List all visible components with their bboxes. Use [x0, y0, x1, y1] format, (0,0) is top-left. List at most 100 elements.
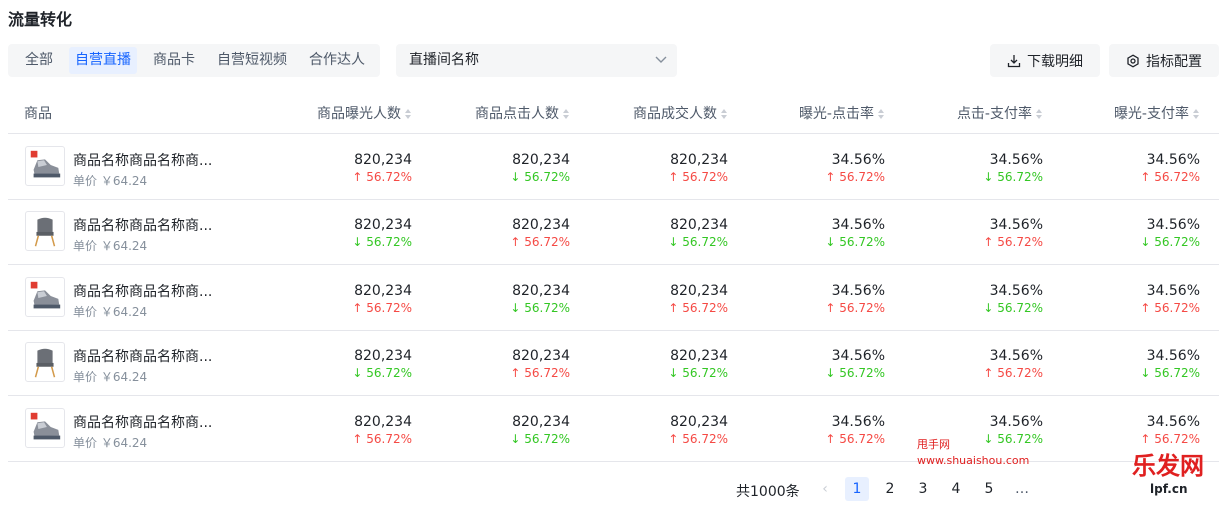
product-price: 单价 ￥64.24: [73, 435, 148, 450]
metric-cell-click-users: 820,234 ↓ 56.72%: [510, 283, 570, 317]
table-row[interactable]: 商品名称商品名称商... 单价 ￥64.24 820,234 ↑ 56.72% 820,…: [8, 266, 1219, 331]
metric-change: ↑ 56.72%: [352, 431, 412, 446]
column-header-click-users[interactable]: 商品点击人数: [475, 94, 570, 134]
metric-change: ↓ 56.72%: [510, 300, 570, 315]
table-row[interactable]: 商品名称商品名称商... 单价 ￥64.24 820,234 ↓ 56.72% 820,…: [8, 331, 1219, 397]
metric-cell-deal-users: 820,234 ↓ 56.72%: [668, 348, 728, 382]
metric-change: ↓ 56.72%: [983, 170, 1043, 184]
metric-value: 34.56%: [831, 348, 885, 365]
column-header-label: 商品成交人数: [633, 106, 717, 122]
page-button-2[interactable]: 2: [878, 477, 902, 501]
column-header-exposure-users[interactable]: 商品曝光人数: [317, 94, 412, 134]
metric-value: 34.56%: [989, 348, 1043, 365]
metric-cell-click-pay-rate: 34.56% ↑ 56.72%: [983, 217, 1043, 251]
column-header-exposure-pay-rate[interactable]: 曝光-支付率: [1114, 94, 1200, 134]
metric-value: 34.56%: [831, 282, 885, 299]
metric-change: ↓ 56.72%: [510, 431, 570, 446]
metric-value: 820,234: [512, 217, 570, 234]
metric-change: ↓ 56.72%: [1140, 366, 1200, 381]
sort-icon: [878, 109, 884, 119]
metric-cell-click-pay-rate: 34.56% ↓ 56.72%: [983, 414, 1043, 448]
tab-all[interactable]: 全部: [19, 47, 59, 74]
table-row[interactable]: 商品名称商品名称商... 单价 ￥64.24 820,234 ↑ 56.72% 820,…: [8, 397, 1219, 462]
metric-change: ↓ 56.72%: [668, 366, 728, 381]
metric-value: 34.56%: [1146, 282, 1200, 299]
metric-cell-exposure-click-rate: 34.56% ↓ 56.72%: [825, 217, 885, 251]
product-price: 单价 ￥64.24: [73, 304, 148, 319]
chevron-down-icon: [655, 56, 667, 63]
pagination: 共1000条 ‹ 1 2 3 4 5 …: [0, 477, 1226, 503]
column-header-label: 曝光-支付率: [1113, 106, 1189, 122]
sort-icon: [563, 109, 569, 119]
product-name[interactable]: 商品名称商品名称商...: [73, 281, 212, 301]
metric-value: 820,234: [354, 217, 412, 234]
pagination-total: 共1000条: [736, 484, 800, 500]
product-thumbnail[interactable]: [25, 342, 65, 383]
metric-value: 820,234: [354, 282, 412, 299]
pagination-ellipsis[interactable]: …: [1010, 477, 1034, 501]
channel-tabs: 全部 自营直播 商品卡 自营短视频 合作达人: [8, 44, 380, 77]
download-details-label: 下载明细: [1027, 53, 1083, 70]
metric-cell-click-pay-rate: 34.56% ↓ 56.72%: [983, 152, 1043, 186]
metric-change: ↓ 56.72%: [668, 235, 728, 250]
tab-partner-creators[interactable]: 合作达人: [303, 47, 371, 74]
page-button-4[interactable]: 4: [944, 477, 968, 501]
metric-value: 34.56%: [831, 152, 885, 168]
table-row[interactable]: 商品名称商品名称商... 单价 ￥64.24 820,234 ↑ 56.72% 820,…: [8, 135, 1219, 200]
metric-value: 34.56%: [1146, 152, 1200, 168]
product-price: 单价 ￥64.24: [73, 174, 148, 188]
metric-cell-exposure-users: 820,234 ↑ 56.72%: [352, 283, 412, 317]
column-header-label: 曝光-点击率: [798, 106, 874, 122]
metric-value: 34.56%: [831, 217, 885, 234]
column-header-exposure-click-rate[interactable]: 曝光-点击率: [799, 94, 885, 134]
metric-value: 34.56%: [989, 413, 1043, 430]
metric-change: ↑ 56.72%: [1140, 170, 1200, 184]
product-thumbnail[interactable]: [25, 407, 65, 448]
metric-change: ↓ 56.72%: [825, 366, 885, 381]
metric-change: ↑ 56.72%: [983, 366, 1043, 381]
page-button-3[interactable]: 3: [911, 477, 935, 501]
metric-value: 820,234: [512, 348, 570, 365]
metric-change: ↓ 56.72%: [1140, 235, 1200, 250]
chevron-left-icon[interactable]: ‹: [813, 477, 837, 501]
metric-change: ↓ 56.72%: [510, 170, 570, 184]
metric-value: 820,234: [670, 413, 728, 430]
metric-value: 34.56%: [1146, 413, 1200, 430]
column-header-click-pay-rate[interactable]: 点击-支付率: [957, 94, 1043, 134]
metric-cell-exposure-click-rate: 34.56% ↑ 56.72%: [825, 283, 885, 317]
metric-change: ↑ 56.72%: [510, 235, 570, 250]
page-button-1[interactable]: 1: [845, 477, 869, 501]
metric-config-label: 指标配置: [1146, 53, 1202, 70]
metric-config-button[interactable]: 指标配置: [1109, 44, 1219, 77]
page-button-5[interactable]: 5: [977, 477, 1001, 501]
metric-value: 820,234: [512, 152, 570, 168]
watermark-logo-sub: lpf.cn: [1150, 482, 1188, 496]
metric-change: ↓ 56.72%: [983, 431, 1043, 446]
tab-self-live[interactable]: 自营直播: [69, 47, 137, 74]
column-header-label: 商品点击人数: [475, 106, 559, 122]
metric-cell-click-pay-rate: 34.56% ↓ 56.72%: [983, 283, 1043, 317]
metric-change: ↑ 56.72%: [825, 170, 885, 184]
column-header-label: 商品曝光人数: [317, 106, 401, 122]
metric-cell-exposure-users: 820,234 ↓ 56.72%: [352, 217, 412, 251]
product-thumbnail[interactable]: [25, 211, 65, 252]
metric-cell-exposure-click-rate: 34.56% ↑ 56.72%: [825, 414, 885, 448]
watermark-logo-text: 乐发网: [1132, 451, 1204, 480]
metric-cell-exposure-pay-rate: 34.56% ↑ 56.72%: [1140, 283, 1200, 317]
metric-value: 820,234: [512, 413, 570, 430]
metric-change: ↑ 56.72%: [825, 431, 885, 446]
metric-change: ↑ 56.72%: [668, 431, 728, 446]
tab-self-short-video[interactable]: 自营短视频: [211, 47, 293, 74]
product-name[interactable]: 商品名称商品名称商...: [73, 412, 212, 432]
tab-product-card[interactable]: 商品卡: [147, 47, 201, 74]
live-room-select[interactable]: 直播间名称: [396, 44, 677, 77]
product-thumbnail[interactable]: [25, 146, 65, 186]
product-name[interactable]: 商品名称商品名称商...: [73, 150, 212, 170]
table-row[interactable]: 商品名称商品名称商... 单价 ￥64.24 820,234 ↓ 56.72% 820,…: [8, 200, 1219, 266]
product-thumbnail[interactable]: [25, 276, 65, 317]
column-header-deal-users[interactable]: 商品成交人数: [633, 94, 728, 134]
product-name[interactable]: 商品名称商品名称商...: [73, 215, 212, 235]
metric-value: 820,234: [354, 152, 412, 168]
product-name[interactable]: 商品名称商品名称商...: [73, 346, 212, 366]
download-details-button[interactable]: 下载明细: [990, 44, 1100, 77]
